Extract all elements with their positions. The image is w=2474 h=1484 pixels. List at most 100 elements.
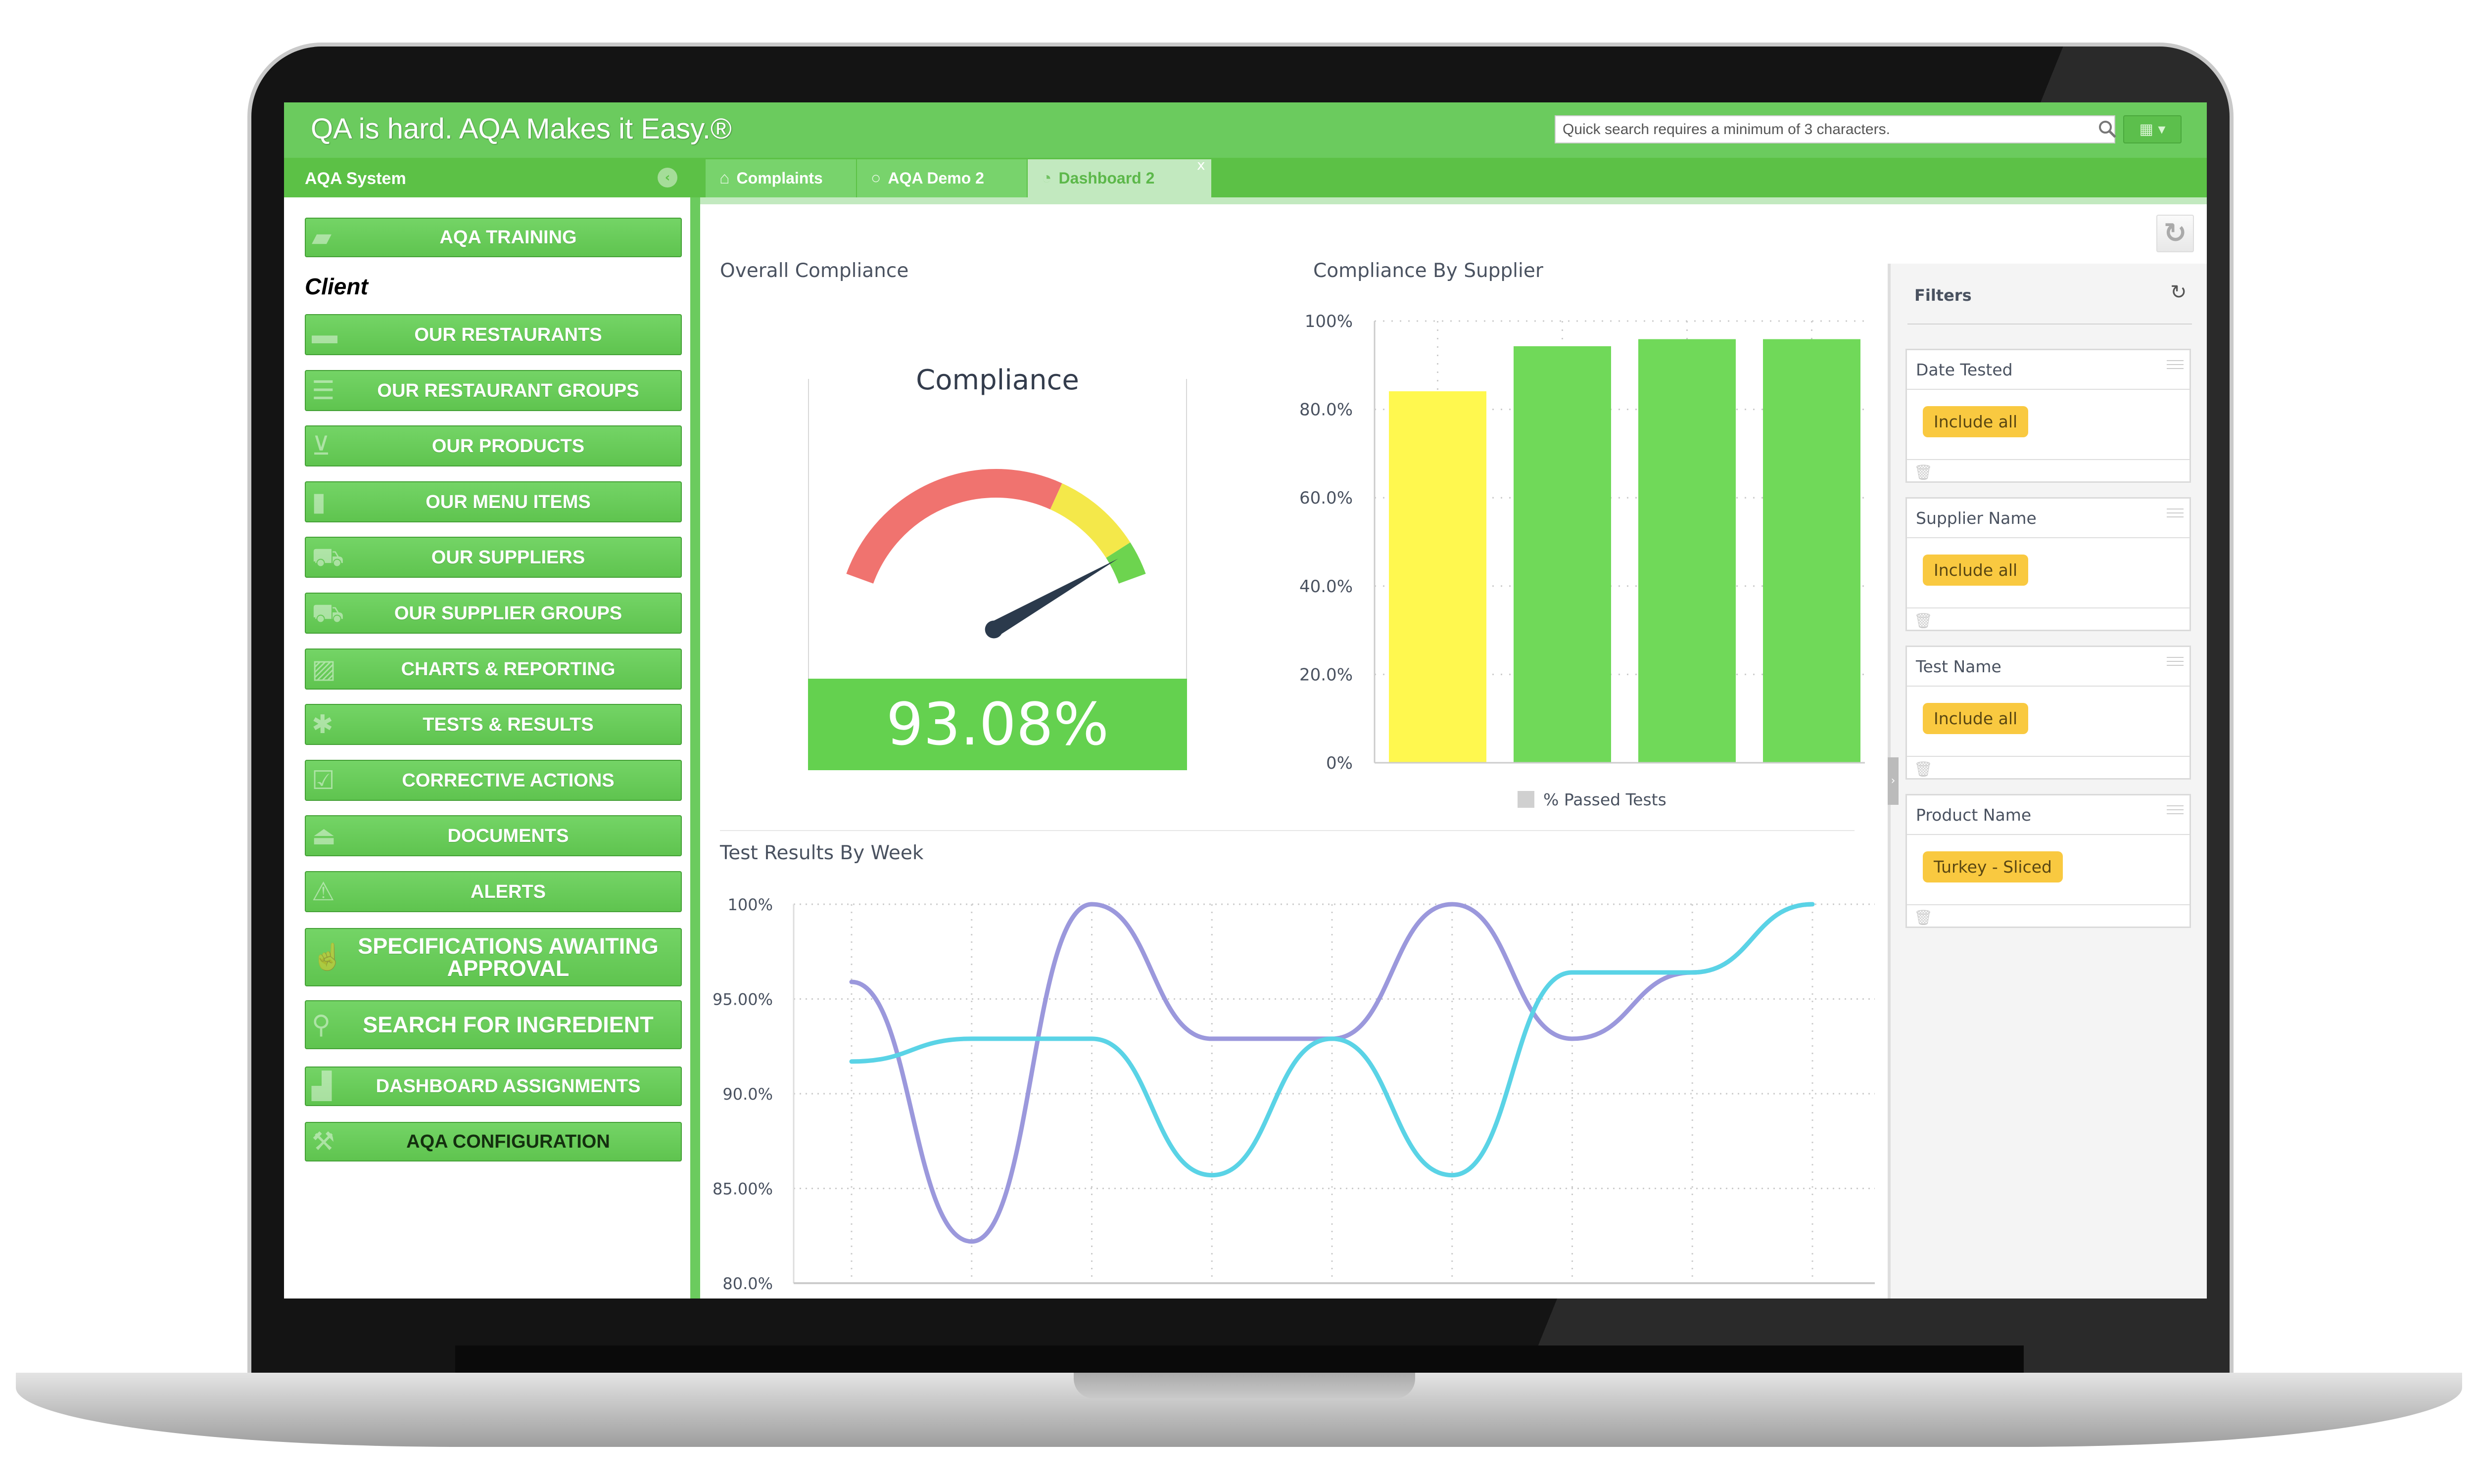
filter-name: Test Name <box>1907 647 2189 687</box>
grid-icon: ▦ <box>2139 121 2158 138</box>
nav-our-restaurants[interactable]: ▬ OUR RESTAURANTS <box>305 314 682 355</box>
nav-label: OUR MENU ITEMS <box>426 491 591 512</box>
gauge-panel: Compliance 93.08% <box>808 364 1187 770</box>
nav-our-menu-items[interactable]: ▮ OUR MENU ITEMS <box>305 481 682 522</box>
bar-ytick-label: 20.0% <box>1299 665 1353 685</box>
nav-label: DOCUMENTS <box>447 825 569 846</box>
nav-our-suppliers[interactable]: ⛟ OUR SUPPLIERS <box>305 537 682 578</box>
nav-label: OUR RESTAURANT GROUPS <box>377 380 639 401</box>
nav-label: CHARTS & REPORTING <box>401 658 616 680</box>
dashboard-icon: ◔ <box>1042 169 1052 187</box>
tab-label: Dashboard 2 <box>1058 169 1155 187</box>
line-series-1 <box>849 902 1815 1178</box>
sidebar-border <box>690 197 700 1298</box>
filter-date-tested: Date Tested Include all 🗑 <box>1905 349 2191 483</box>
apps-grid-button[interactable]: ▦ ▾ <box>2123 115 2182 143</box>
tab-aqa-demo-2[interactable]: ○ AQA Demo 2 <box>857 159 1028 197</box>
tab-label: Complaints <box>736 169 823 187</box>
bar <box>1763 339 1860 763</box>
nav-alerts[interactable]: ⚠ ALERTS <box>305 871 682 912</box>
chevron-down-icon: ▾ <box>2158 121 2166 138</box>
nav-dashboard-assignments[interactable]: ▟ DASHBOARD ASSIGNMENTS <box>305 1067 682 1106</box>
drag-handle-icon[interactable] <box>2167 657 2184 666</box>
search-icon[interactable] <box>2097 119 2117 139</box>
filter-value-badge[interactable]: Include all <box>1923 406 2029 437</box>
nav-documents[interactable]: ⏏ DOCUMENTS <box>305 815 682 856</box>
filters-separator <box>1907 324 2192 325</box>
nav-label: SEARCH FOR INGREDIENT <box>363 1012 654 1037</box>
trash-icon[interactable]: 🗑 <box>1914 612 1933 630</box>
nav-label: OUR PRODUCTS <box>431 435 585 457</box>
nav-aqa-training[interactable]: ▰ AQA TRAINING <box>305 218 682 257</box>
nav-corrective-actions[interactable]: ☑ CORRECTIVE ACTIONS <box>305 760 682 801</box>
bar-ytick-label: 40.0% <box>1299 577 1353 597</box>
nav-our-supplier-groups[interactable]: ⛟ OUR SUPPLIER GROUPS <box>305 593 682 634</box>
nav-label: AQA TRAINING <box>439 227 577 248</box>
laptop-hinge <box>455 1345 2024 1373</box>
nav-label: AQA CONFIGURATION <box>406 1131 610 1152</box>
filter-value-badge[interactable]: Turkey - Sliced <box>1923 851 2063 882</box>
close-tab-icon[interactable]: x <box>1197 157 1205 173</box>
filter-test-name: Test Name Include all 🗑 <box>1905 646 2191 780</box>
reset-filters-icon[interactable]: ↻ <box>2170 281 2187 304</box>
gauge-value: 93.08% <box>808 679 1187 770</box>
bar-ytick-label: 60.0% <box>1299 488 1353 508</box>
nav-our-restaurant-groups[interactable]: ☰ OUR RESTAURANT GROUPS <box>305 370 682 411</box>
drag-handle-icon[interactable] <box>2167 509 2184 517</box>
filter-value-badge[interactable]: Include all <box>1923 703 2029 734</box>
warning-icon: ⚠ <box>312 877 335 906</box>
nav-aqa-configuration[interactable]: ⚒ AQA CONFIGURATION <box>305 1122 682 1161</box>
gauge-title: Compliance <box>809 364 1186 396</box>
truck-plus-icon: ⛟ <box>312 599 344 628</box>
filter-footer: 🗑 <box>1907 756 2189 780</box>
drag-handle-icon[interactable] <box>2167 805 2184 814</box>
thumbs-up-icon: ☝ <box>312 943 344 972</box>
nav-tests-results[interactable]: ✱ TESTS & RESULTS <box>305 704 682 745</box>
line-ytick-label: 80.0% <box>722 1274 773 1293</box>
filter-footer: 🗑 <box>1907 459 2189 483</box>
chevron-right-icon: › <box>1891 775 1896 787</box>
line-ytick-label: 90.0% <box>722 1085 773 1104</box>
bar-ytick-label: 100% <box>1305 312 1353 331</box>
filters-panel: Filters ↻ Date Tested Include all 🗑 Supp… <box>1888 264 2207 1298</box>
filter-value-badge[interactable]: Include all <box>1923 555 2029 586</box>
chevron-left-icon: ‹ <box>665 170 670 185</box>
trash-icon[interactable]: 🗑 <box>1914 761 1933 778</box>
supplier-chart-title: Compliance By Supplier <box>1313 260 1543 282</box>
filters-panel-toggle[interactable]: › <box>1888 757 1899 805</box>
circle-icon: ○ <box>871 169 881 187</box>
app-title: QA is hard. AQA Makes it Easy.® <box>311 113 732 145</box>
nav-label: OUR SUPPLIERS <box>431 547 585 568</box>
nav-label: DASHBOARD ASSIGNMENTS <box>376 1076 641 1097</box>
filter-name-text: Date Tested <box>1916 360 2013 379</box>
filter-name: Supplier Name <box>1907 499 2189 538</box>
filter-name-text: Supplier Name <box>1916 509 2037 528</box>
tab-underline <box>700 197 2207 204</box>
nav-specifications-awaiting-approval[interactable]: ☝ SPECIFICATIONS AWAITING APPROVAL <box>305 928 682 986</box>
book-icon: ▰ <box>312 223 332 252</box>
nav-our-products[interactable]: ⊻ OUR PRODUCTS <box>305 425 682 466</box>
line-ytick-label: 95.00% <box>713 990 773 1009</box>
tab-dashboard-2[interactable]: ◔ Dashboard 2 <box>1028 159 1212 197</box>
tab-complaints[interactable]: ⌂ Complaints <box>706 159 857 197</box>
bar <box>1514 346 1611 763</box>
legend-label: % Passed Tests <box>1543 790 1666 809</box>
quick-search-input[interactable]: Quick search requires a minimum of 3 cha… <box>1555 115 2115 143</box>
bar-chart-icon: ▟ <box>312 1072 332 1101</box>
laptop-notch <box>1074 1373 1415 1398</box>
trash-icon[interactable]: 🗑 <box>1914 909 1933 927</box>
nav-charts-reporting[interactable]: ▨ CHARTS & REPORTING <box>305 649 682 690</box>
sidebar-collapse-button[interactable]: ‹ <box>658 168 677 187</box>
bar <box>1638 339 1736 763</box>
asterisk-icon: ✱ <box>312 710 333 739</box>
nav-search-for-ingredient[interactable]: ⚲ SEARCH FOR INGREDIENT <box>305 1000 682 1049</box>
list-icon: ☰ <box>312 376 335 405</box>
image-icon: ▨ <box>312 654 336 684</box>
filter-name: Date Tested <box>1907 350 2189 390</box>
gauge-title-text: Compliance <box>906 364 1089 396</box>
refresh-dashboard-button[interactable]: ↻ <box>2156 215 2194 252</box>
line-ytick-label: 85.00% <box>713 1180 773 1199</box>
drag-handle-icon[interactable] <box>2167 360 2184 369</box>
trash-icon[interactable]: 🗑 <box>1914 464 1933 481</box>
wrench-icon: ⚒ <box>312 1127 335 1156</box>
